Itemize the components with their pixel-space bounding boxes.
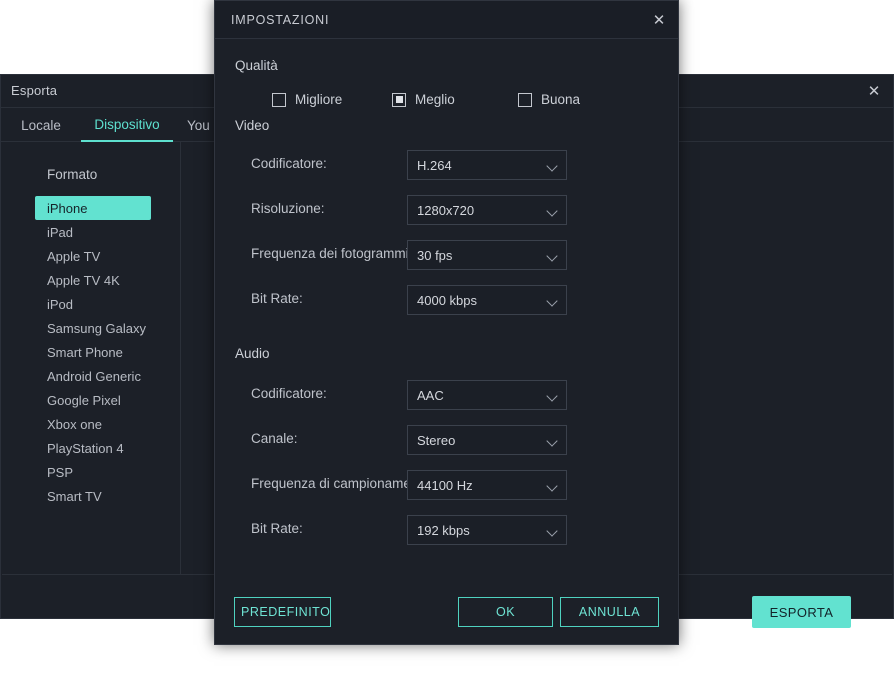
dropdown-value: Stereo bbox=[417, 433, 456, 448]
video-section-title: Video bbox=[235, 118, 270, 133]
device-item-label: Smart TV bbox=[47, 488, 102, 504]
device-item[interactable]: Apple TV 4K bbox=[35, 268, 151, 292]
close-icon[interactable]: ✕ bbox=[648, 10, 670, 30]
chevron-down-icon bbox=[548, 252, 557, 261]
chevron-down-icon bbox=[548, 207, 557, 216]
device-item[interactable]: PSP bbox=[35, 460, 151, 484]
field-label: Frequenza di campionamento: bbox=[251, 476, 407, 491]
field-row: Canale: Stereo bbox=[215, 425, 678, 455]
tab-dispositivo[interactable]: Dispositivo bbox=[81, 108, 173, 142]
audio-section-title: Audio bbox=[235, 346, 270, 361]
chevron-down-icon bbox=[548, 527, 557, 536]
device-item-label: iPad bbox=[47, 224, 74, 240]
tab-locale[interactable]: Locale bbox=[9, 108, 73, 142]
quality-option-meglio[interactable]: Meglio bbox=[392, 92, 455, 107]
chevron-down-icon bbox=[548, 297, 557, 306]
device-item[interactable]: Xbox one bbox=[35, 412, 151, 436]
quality-section-title: Qualità bbox=[235, 58, 278, 73]
device-item[interactable]: iPad bbox=[35, 220, 151, 244]
close-icon[interactable]: ✕ bbox=[861, 79, 887, 103]
field-label: Codificatore: bbox=[251, 386, 327, 401]
dropdown-value: H.264 bbox=[417, 158, 452, 173]
chevron-down-icon bbox=[548, 482, 557, 491]
device-item[interactable]: Smart Phone bbox=[35, 340, 151, 364]
quality-option-migliore[interactable]: Migliore bbox=[272, 92, 342, 107]
dropdown-codificatore[interactable]: AAC bbox=[407, 380, 567, 410]
device-item-label: Smart Phone bbox=[47, 344, 123, 360]
field-label: Canale: bbox=[251, 431, 298, 446]
settings-dialog: IMPOSTAZIONI ✕ Qualità Migliore Meglio B… bbox=[214, 0, 679, 645]
device-item[interactable]: Google Pixel bbox=[35, 388, 151, 412]
device-item[interactable]: iPod bbox=[35, 292, 151, 316]
quality-option-migliore-label: Migliore bbox=[295, 92, 343, 107]
default-button[interactable]: PREDEFINITO bbox=[234, 597, 331, 627]
settings-dialog-title: IMPOSTAZIONI bbox=[231, 13, 330, 27]
field-row: Codificatore: AAC bbox=[215, 380, 678, 410]
dropdown-value: 192 kbps bbox=[417, 523, 470, 538]
device-item[interactable]: Smart TV bbox=[35, 484, 151, 508]
ok-button[interactable]: OK bbox=[458, 597, 553, 627]
device-item[interactable]: Apple TV bbox=[35, 244, 151, 268]
tab-youtube-label: You bbox=[187, 117, 210, 133]
dropdown-value: 4000 kbps bbox=[417, 293, 477, 308]
dropdown-value: 44100 Hz bbox=[417, 478, 473, 493]
field-label: Risoluzione: bbox=[251, 201, 325, 216]
export-window-title: Esporta bbox=[11, 83, 58, 98]
format-panel: Formato iPhone iPad Apple TV Apple TV 4K iPo… bbox=[2, 142, 181, 574]
field-label: Frequenza dei fotogrammi: bbox=[251, 246, 407, 261]
quality-option-buona[interactable]: Buona bbox=[518, 92, 580, 107]
cancel-button[interactable]: ANNULLA bbox=[560, 597, 659, 627]
format-label: Formato bbox=[47, 167, 98, 182]
dropdown-codificatore[interactable]: H.264 bbox=[407, 150, 567, 180]
checkbox-icon-meglio[interactable] bbox=[392, 92, 406, 107]
device-item-label: Xbox one bbox=[47, 416, 102, 432]
field-row: Risoluzione: 1280x720 bbox=[215, 195, 678, 225]
dropdown-bit-rate[interactable]: 192 kbps bbox=[407, 515, 567, 545]
dropdown-bit-rate[interactable]: 4000 kbps bbox=[407, 285, 567, 315]
field-row: Bit Rate: 4000 kbps bbox=[215, 285, 678, 315]
device-item-label: iPod bbox=[47, 296, 74, 312]
field-row: Bit Rate: 192 kbps bbox=[215, 515, 678, 545]
device-item-label: Android Generic bbox=[47, 368, 141, 384]
settings-dialog-titlebar: IMPOSTAZIONI ✕ bbox=[215, 1, 678, 39]
dropdown-value: 1280x720 bbox=[417, 203, 475, 218]
device-item-label: iPhone bbox=[47, 200, 88, 216]
device-list[interactable]: iPhone iPad Apple TV Apple TV 4K iPod Samsung… bbox=[2, 196, 180, 508]
device-item-label: Apple TV bbox=[47, 248, 101, 264]
device-item-label: Apple TV 4K bbox=[47, 272, 120, 288]
field-row: Frequenza di campionamento: 44100 Hz bbox=[215, 470, 678, 500]
device-item-label: Samsung Galaxy bbox=[47, 320, 146, 336]
dropdown-value: 30 fps bbox=[417, 248, 453, 263]
field-label: Bit Rate: bbox=[251, 291, 303, 306]
chevron-down-icon bbox=[548, 437, 557, 446]
dropdown-frequenza-di-campionamento[interactable]: 44100 Hz bbox=[407, 470, 567, 500]
tab-locale-label: Locale bbox=[21, 117, 61, 133]
checkbox-icon-buona[interactable] bbox=[518, 92, 532, 107]
field-label: Codificatore: bbox=[251, 156, 327, 171]
quality-option-meglio-label: Meglio bbox=[415, 92, 455, 107]
field-row: Codificatore: H.264 bbox=[215, 150, 678, 180]
field-label: Bit Rate: bbox=[251, 521, 303, 536]
field-row: Frequenza dei fotogrammi: 30 fps bbox=[215, 240, 678, 270]
dropdown-risoluzione[interactable]: 1280x720 bbox=[407, 195, 567, 225]
chevron-down-icon bbox=[548, 392, 557, 401]
device-item[interactable]: iPhone bbox=[35, 196, 151, 220]
device-item-label: Google Pixel bbox=[47, 392, 121, 408]
device-item[interactable]: Android Generic bbox=[35, 364, 151, 388]
dropdown-frequenza-dei-fotogrammi[interactable]: 30 fps bbox=[407, 240, 567, 270]
checkbox-icon-migliore[interactable] bbox=[272, 92, 286, 107]
quality-option-buona-label: Buona bbox=[541, 92, 581, 107]
tab-dispositivo-label: Dispositivo bbox=[94, 116, 160, 132]
device-item[interactable]: PlayStation 4 bbox=[35, 436, 151, 460]
device-item-label: PlayStation 4 bbox=[47, 440, 124, 456]
device-item-label: PSP bbox=[47, 464, 74, 480]
chevron-down-icon bbox=[548, 162, 557, 171]
dropdown-canale[interactable]: Stereo bbox=[407, 425, 567, 455]
device-item[interactable]: Samsung Galaxy bbox=[35, 316, 151, 340]
dropdown-value: AAC bbox=[417, 388, 444, 403]
